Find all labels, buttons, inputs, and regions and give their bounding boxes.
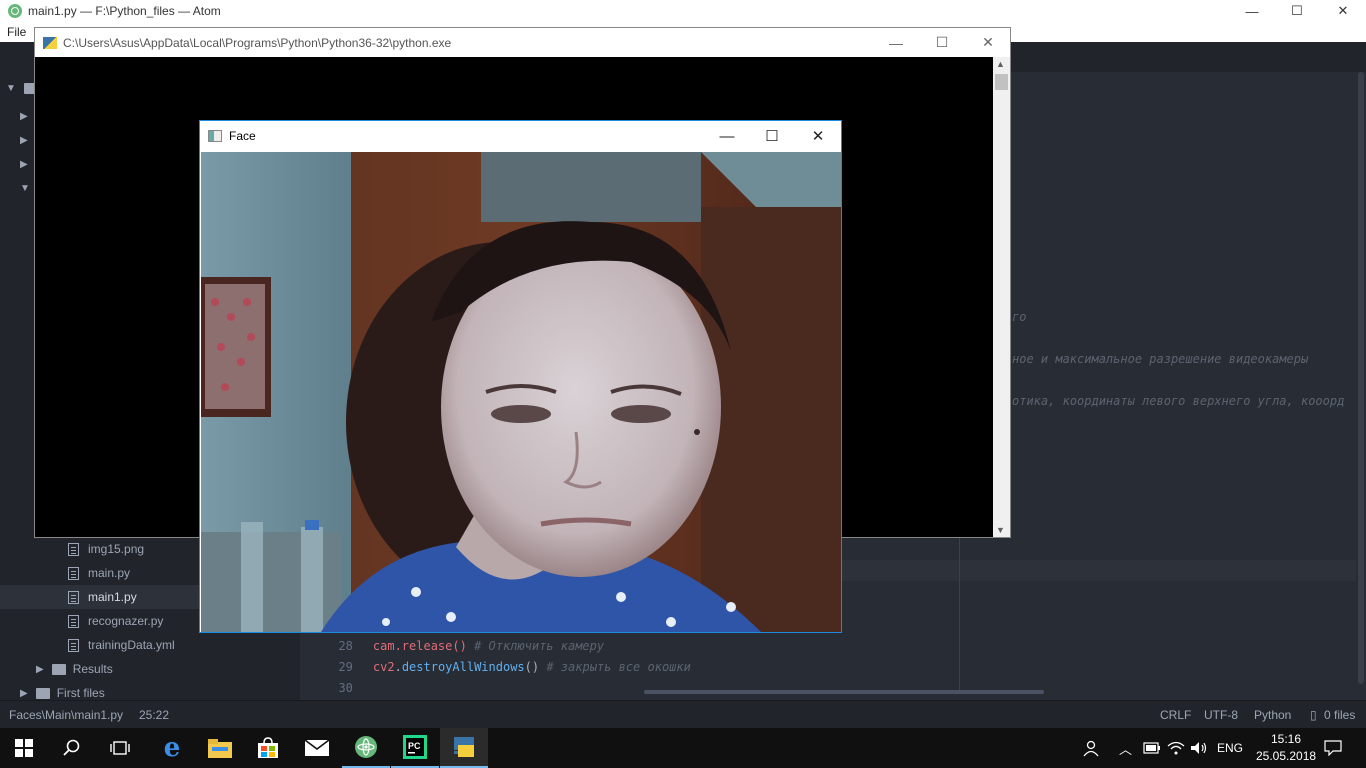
scroll-up-icon[interactable]: ▲ — [996, 59, 1005, 69]
folder-icon — [35, 687, 50, 699]
file-icon — [68, 590, 79, 604]
language-indicator[interactable]: ENG — [1217, 728, 1243, 768]
window-icon — [208, 130, 222, 142]
console-scrollbar[interactable]: ▲ ▼ — [993, 57, 1010, 537]
atom-app-icon — [8, 4, 22, 18]
file-name: img15.png — [88, 542, 145, 556]
people-icon[interactable] — [1082, 728, 1100, 768]
status-encoding[interactable]: UTF-8 — [1204, 708, 1238, 722]
notifications-icon[interactable] — [1324, 728, 1342, 768]
folder-icon — [51, 663, 66, 675]
chevron-right-icon: ▶ — [20, 134, 28, 146]
minimize-button[interactable]: — — [1229, 0, 1275, 22]
folder-name: Results — [72, 662, 113, 676]
python-icon — [454, 737, 474, 757]
code-line: 29 cv2.destroyAllWindows() # закрыть все … — [300, 646, 1356, 674]
taskbar-atom[interactable] — [342, 728, 390, 768]
code-line: 30 — [300, 667, 1356, 695]
wifi-icon[interactable] — [1167, 728, 1185, 768]
start-button[interactable] — [0, 728, 48, 768]
file-name: main.py — [88, 566, 131, 580]
console-titlebar: C:\Users\Asus\AppData\Local\Programs\Pyt… — [35, 28, 1010, 57]
file-name: trainingData.yml — [88, 638, 175, 652]
python-icon — [43, 36, 57, 49]
status-file-path[interactable]: Faces\Main\main1.py — [9, 708, 123, 722]
menu-file[interactable]: File — [7, 25, 26, 39]
atom-titlebar: main1.py — F:\Python_files — Atom — ☐ ✕ — [0, 0, 1366, 22]
svg-text:PC: PC — [408, 741, 421, 751]
windows-icon — [15, 739, 33, 757]
scrollbar-thumb[interactable] — [995, 74, 1008, 90]
vertical-scrollbar[interactable] — [1358, 72, 1364, 684]
folder-icon — [208, 739, 232, 758]
atom-window-title: main1.py — F:\Python_files — Atom — [28, 4, 221, 18]
taskbar-store[interactable] — [244, 728, 292, 768]
console-maximize-button[interactable]: ☐ — [919, 28, 965, 57]
battery-icon[interactable] — [1143, 728, 1161, 768]
horizontal-scrollbar[interactable] — [644, 690, 1044, 694]
face-close-button[interactable]: ✕ — [795, 121, 841, 151]
taskbar-edge[interactable]: e — [148, 728, 196, 768]
file-icon — [68, 566, 79, 580]
chevron-up-icon[interactable]: ︿ — [1119, 728, 1132, 768]
chevron-right-icon: ▶ — [20, 687, 28, 699]
status-files[interactable]: 0 files — [1324, 708, 1355, 722]
close-button[interactable]: ✕ — [1320, 0, 1366, 22]
task-view-button[interactable] — [96, 728, 144, 768]
list-item[interactable]: trainingData.yml — [0, 633, 300, 657]
taskbar: e PC ︿ ENG 15:16 25.05.2018 — [0, 728, 1366, 768]
comment-fragment: отика, координаты левого верхнего угла, … — [1012, 394, 1345, 408]
scroll-down-icon[interactable]: ▼ — [996, 525, 1005, 535]
search-icon — [63, 739, 80, 756]
file-name: main1.py — [88, 590, 137, 604]
face-titlebar: Face — ☐ ✕ — [200, 121, 841, 151]
chevron-down-icon: ▼ — [6, 82, 16, 94]
chevron-right-icon: ▶ — [20, 158, 28, 170]
image-file-icon — [68, 542, 79, 556]
task-view-icon — [110, 741, 130, 755]
taskbar-file-explorer[interactable] — [196, 728, 244, 768]
taskbar-mail[interactable] — [293, 728, 341, 768]
file-icon — [68, 614, 79, 628]
chevron-down-icon: ▼ — [20, 182, 30, 194]
comment-fragment: ное и максимальное разрешение видеокамер… — [1012, 352, 1309, 366]
clock-date: 25.05.2018 — [1256, 749, 1317, 763]
folder-name: First files — [56, 686, 105, 700]
taskbar-pycharm[interactable]: PC — [391, 728, 439, 768]
chevron-right-icon: ▶ — [20, 110, 28, 122]
edge-icon: e — [163, 733, 181, 763]
pycharm-icon: PC — [403, 735, 427, 759]
file-icon — [68, 638, 79, 652]
volume-icon[interactable] — [1190, 728, 1208, 768]
status-bar: Faces\Main\main1.py 25:22 CRLF UTF-8 Pyt… — [0, 700, 1366, 728]
status-cursor-position[interactable]: 25:22 — [139, 708, 169, 722]
console-title: C:\Users\Asus\AppData\Local\Programs\Pyt… — [63, 35, 452, 50]
clock-time: 15:16 — [1270, 732, 1302, 746]
git-files-icon: ▯ — [1310, 708, 1317, 722]
tree-folder-results[interactable]: ▶ Results — [0, 657, 300, 681]
clock[interactable]: 15:16 25.05.2018 — [1256, 731, 1316, 765]
taskbar-python[interactable] — [440, 728, 488, 768]
status-grammar[interactable]: Python — [1254, 708, 1291, 722]
status-line-ending[interactable]: CRLF — [1160, 708, 1191, 722]
comment-fragment: го — [1012, 310, 1027, 324]
store-icon — [258, 737, 278, 758]
face-window[interactable]: Face — ☐ ✕ — [199, 120, 842, 633]
camera-feed — [201, 152, 841, 632]
console-close-button[interactable]: ✕ — [965, 28, 1011, 57]
chevron-right-icon: ▶ — [36, 663, 44, 675]
search-button[interactable] — [48, 728, 96, 768]
line-number: 30 — [338, 681, 353, 695]
console-minimize-button[interactable]: — — [873, 28, 919, 57]
face-maximize-button[interactable]: ☐ — [749, 121, 795, 151]
mail-icon — [305, 739, 329, 756]
face-minimize-button[interactable]: — — [704, 121, 750, 151]
file-name: recognazer.py — [88, 614, 164, 628]
atom-icon — [355, 736, 377, 758]
camera-frame-image — [201, 152, 841, 632]
face-window-title: Face — [229, 129, 256, 143]
maximize-button[interactable]: ☐ — [1274, 0, 1320, 22]
